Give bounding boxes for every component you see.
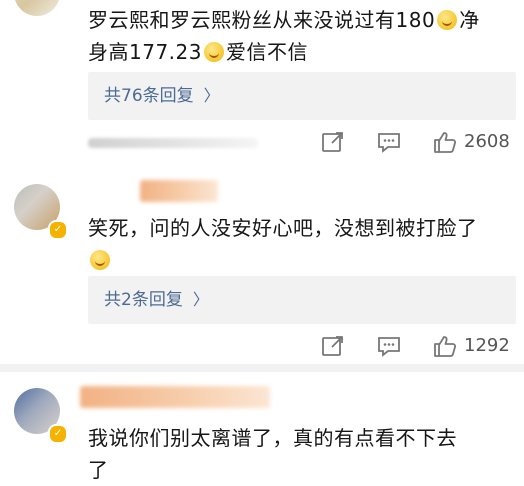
share-icon <box>322 336 343 356</box>
view-replies-link[interactable]: 共2条回复〉 <box>104 276 209 324</box>
smile-emoji-icon <box>203 42 224 62</box>
share-icon <box>322 132 343 152</box>
comment-text: 罗云熙和罗云熙粉丝从来没说过有180 净 身高177.23 爱信不信 <box>88 4 510 68</box>
chevron-right-icon: 〉 <box>192 290 209 309</box>
comment-icon <box>378 337 400 357</box>
comment-button[interactable] <box>376 130 402 154</box>
comment-actions: 2608 <box>0 126 524 160</box>
replies-count: 共2条回复 <box>104 290 183 310</box>
comment-text-part: 身高177.23 <box>88 40 202 64</box>
comment-text: 笑死，问的人没安好心吧，没想到被打脸了 <box>88 216 478 240</box>
username[interactable] <box>140 180 218 202</box>
comment-text-line: 我说你们别太离谱了，真的有点看不下去 <box>88 426 457 450</box>
like-count: 2608 <box>464 131 510 152</box>
like-count: 1292 <box>464 335 510 356</box>
share-button[interactable] <box>320 130 346 154</box>
reply-box[interactable]: 共76条回复〉 <box>88 72 516 120</box>
thumbs-up-icon <box>434 336 457 357</box>
comment-actions: 1292 <box>0 330 524 364</box>
username[interactable] <box>80 386 270 408</box>
comment-text-part: 净 <box>459 8 480 32</box>
comment-icon <box>378 133 400 153</box>
comment-text-part: 爱信不信 <box>225 40 308 64</box>
comment-divider <box>0 364 524 372</box>
chevron-right-icon: 〉 <box>203 86 220 105</box>
smile-emoji-icon <box>437 10 458 30</box>
verified-badge-icon: ✓ <box>48 424 68 444</box>
comment-text-line: 了 <box>88 458 109 482</box>
replies-count: 共76条回复 <box>104 86 194 106</box>
verified-badge-icon: ✓ <box>48 220 68 240</box>
like-button[interactable] <box>432 130 458 154</box>
avatar[interactable] <box>14 0 60 16</box>
share-button[interactable] <box>320 334 346 358</box>
thumbs-up-icon <box>434 132 457 153</box>
reply-box[interactable]: 共2条回复〉 <box>88 276 516 324</box>
comment-text: 我说你们别太离谱了，真的有点看不下去 了 <box>88 422 510 486</box>
like-button[interactable] <box>432 334 458 358</box>
comment-text-line: 罗云熙和罗云熙粉丝从来没说过有180 <box>88 8 436 32</box>
comment-button[interactable] <box>376 334 402 358</box>
view-replies-link[interactable]: 共76条回复〉 <box>104 72 220 120</box>
smile-emoji-icon <box>90 250 110 270</box>
timestamp-location <box>88 138 258 148</box>
